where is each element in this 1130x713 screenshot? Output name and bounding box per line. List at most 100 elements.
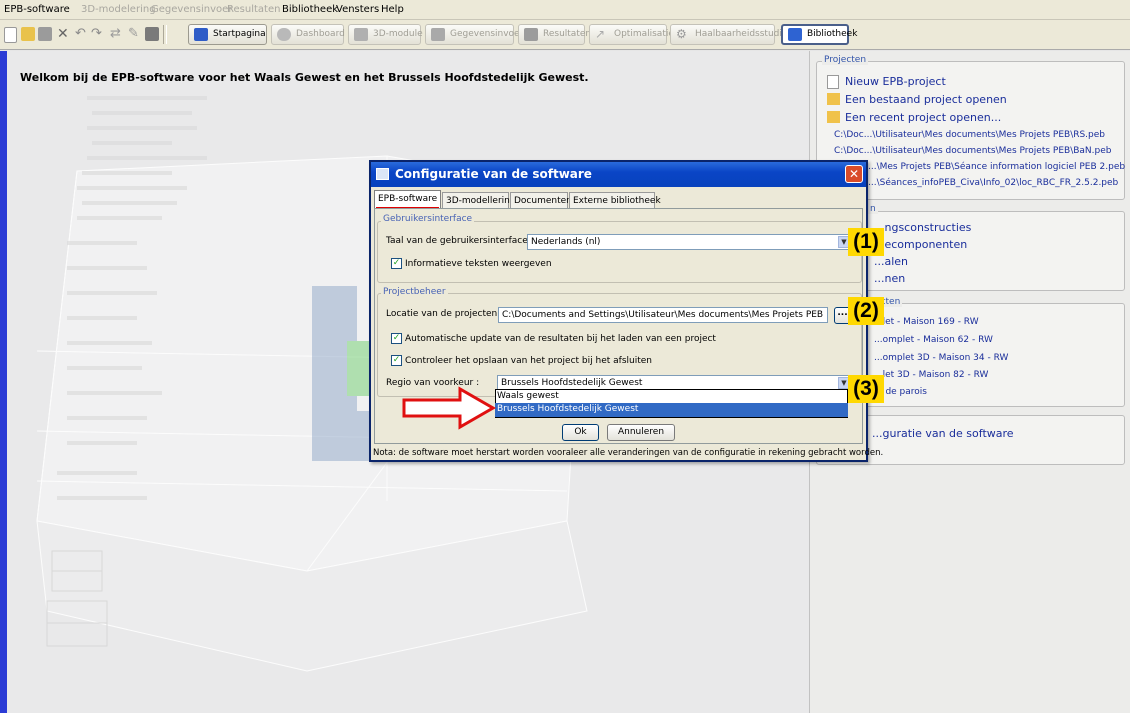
dashboard-label: Dashboard [296,29,345,39]
location-label: Locatie van de projecten : [386,309,504,319]
cancel-button[interactable]: Annuleren [607,424,675,441]
library-item-1[interactable]: ...ngsconstructies [874,221,971,234]
3d-module-button[interactable]: 3D-module [348,24,423,45]
resultaten-button[interactable]: Resultaten [518,24,591,45]
tab-label: Externe bibliotheek [573,196,661,206]
delete-icon[interactable]: ✕ [57,27,71,41]
gegevensinvoer-button[interactable]: Gegevensinvoer [425,24,523,45]
optimalisatie-button[interactable]: ↗ Optimalisatie [589,24,674,45]
auto-update-label: Automatische update van de resultaten bi… [405,334,716,344]
library-item-4[interactable]: ...nen [874,272,905,285]
haalbaarheidsstudie-label: Haalbaarheidsstudie [695,29,788,39]
location-value: C:\Documents and Settings\Utilisateur\Me… [502,310,824,320]
refresh-icon[interactable]: ⇄ [110,27,124,41]
menu-epb-software[interactable]: EPB-software [4,4,70,15]
undo-icon[interactable]: ↶ [75,27,89,41]
check-save-label: Controleer het opslaan van het project b… [405,356,652,366]
example-item-4[interactable]: ...let 3D - Maison 82 - RW [874,370,988,380]
language-select[interactable]: Nederlands (nl) ▼ [527,234,852,250]
example-item-1[interactable]: ...let - Maison 169 - RW [874,317,979,327]
recent-file-3[interactable]: ...\Mes Projets PEB\Séance information l… [868,162,1125,172]
project-section-title: Projectbeheer [381,287,448,297]
dialog-title: Configuratie van de software [395,167,592,181]
new-file-icon[interactable] [4,27,17,43]
close-icon[interactable]: ✕ [845,165,863,183]
open-folder-icon[interactable] [21,27,35,41]
region-option-brussels[interactable]: Brussels Hoofdstedelijk Gewest [495,403,848,417]
callout-1: (1) [848,228,884,256]
language-value: Nederlands (nl) [531,237,601,247]
cancel-label: Annuleren [617,427,665,437]
optimize-icon: ↗ [595,27,606,41]
menu-bar: EPB-software 3D-modelering Gegevensinvoe… [0,0,1130,20]
input-icon [431,28,445,41]
info-texts-label: Informatieve teksten weergeven [405,259,552,269]
check-save-checkbox[interactable]: ✓ [391,355,402,366]
tab-3d-modellering[interactable]: 3D-modellering [442,192,516,209]
bibliotheek-button[interactable]: Bibliotheek [781,24,857,45]
open-recent-link[interactable]: Een recent project openen... [845,111,1001,124]
welcome-heading: Welkom bij de EPB-software voor het Waal… [20,71,589,84]
tab-label: 3D-modellering [446,196,516,206]
library-item-3[interactable]: ...alen [874,255,908,268]
app-icon [376,168,389,180]
menu-resultaten[interactable]: Resultaten [227,4,280,15]
play-icon [194,28,208,41]
library-group-title: n [868,204,878,214]
optimalisatie-label: Optimalisatie [614,29,674,39]
ui-section [377,221,862,283]
dashboard-button[interactable]: Dashboard [271,24,345,45]
region-option-waals[interactable]: Waals gewest [495,390,848,404]
callout-2: (2) [848,297,884,325]
3d-module-label: 3D-module [373,29,423,39]
tab-externe-bibliotheek[interactable]: Externe bibliotheek [569,192,661,209]
recent-file-4[interactable]: ...\Séances_infoPEB_Civa\Info_02\loc_RBC… [868,178,1118,188]
projects-group-title: Projecten [822,55,869,65]
tab-documenten[interactable]: Documenten [510,192,572,209]
startpagina-label: Startpagina [213,29,266,39]
haalbaarheidsstudie-button[interactable]: ⚙ Haalbaarheidsstudie [670,24,787,45]
open-folder-icon [827,93,840,105]
new-file-icon [827,75,839,89]
save-icon[interactable] [38,27,52,41]
menu-3d-modelering[interactable]: 3D-modelering [81,4,156,15]
info-texts-checkbox[interactable]: ✓ [391,258,402,269]
dialog-title-bar[interactable]: Configuratie van de software ✕ [371,162,866,187]
example-item-3[interactable]: ...omplet 3D - Maison 34 - RW [874,353,1008,363]
new-project-link[interactable]: Nieuw EPB-project [845,75,946,88]
language-label: Taal van de gebruikersinterface : [386,236,534,246]
tool-icon[interactable]: ✎ [128,27,142,41]
stop-icon[interactable] [145,27,159,41]
ok-label: Ok [574,427,587,437]
ui-section-title: Gebruikersinterface [381,214,475,224]
callout-3: (3) [848,375,884,403]
gear-icon: ⚙ [676,27,687,41]
dashboard-icon [277,28,291,41]
menu-help[interactable]: Help [381,4,404,15]
tab-label: EPB-software [378,194,438,204]
toolbar: ✕ ↶ ↷ ⇄ ✎ Startpagina Dashboard 3D-modul… [0,20,1130,50]
config-software-link[interactable]: ...guratie van de software [872,427,1014,440]
recent-file-2[interactable]: C:\Doc...\Utilisateur\Mes documents\Mes … [834,146,1111,156]
startpagina-button[interactable]: Startpagina [188,24,267,45]
book-icon [788,28,802,41]
recent-file-1[interactable]: C:\Doc...\Utilisateur\Mes documents\Mes … [834,130,1105,140]
browse-label: ... [837,308,848,318]
red-arrow-annotation [402,386,497,430]
open-project-link[interactable]: Een bestaand project openen [845,93,1007,106]
redo-icon[interactable]: ↷ [91,27,105,41]
window-left-edge [0,51,7,713]
location-input[interactable]: C:\Documents and Settings\Utilisateur\Me… [498,307,828,323]
auto-update-checkbox[interactable]: ✓ [391,333,402,344]
ok-button[interactable]: Ok [562,424,599,441]
menu-vensters[interactable]: Vensters [336,4,379,15]
gegevensinvoer-label: Gegevensinvoer [450,29,524,39]
tab-label: Documenten [514,196,572,206]
bibliotheek-label: Bibliotheek [807,29,858,39]
recent-folder-icon [827,111,840,123]
example-item-2[interactable]: ...omplet - Maison 62 - RW [874,335,993,345]
library-item-2[interactable]: ...ecomponenten [874,238,967,251]
menu-bibliotheek[interactable]: Bibliotheek [282,4,338,15]
chart-icon [524,28,538,41]
menu-gegevensinvoer[interactable]: Gegevensinvoer [151,4,232,15]
